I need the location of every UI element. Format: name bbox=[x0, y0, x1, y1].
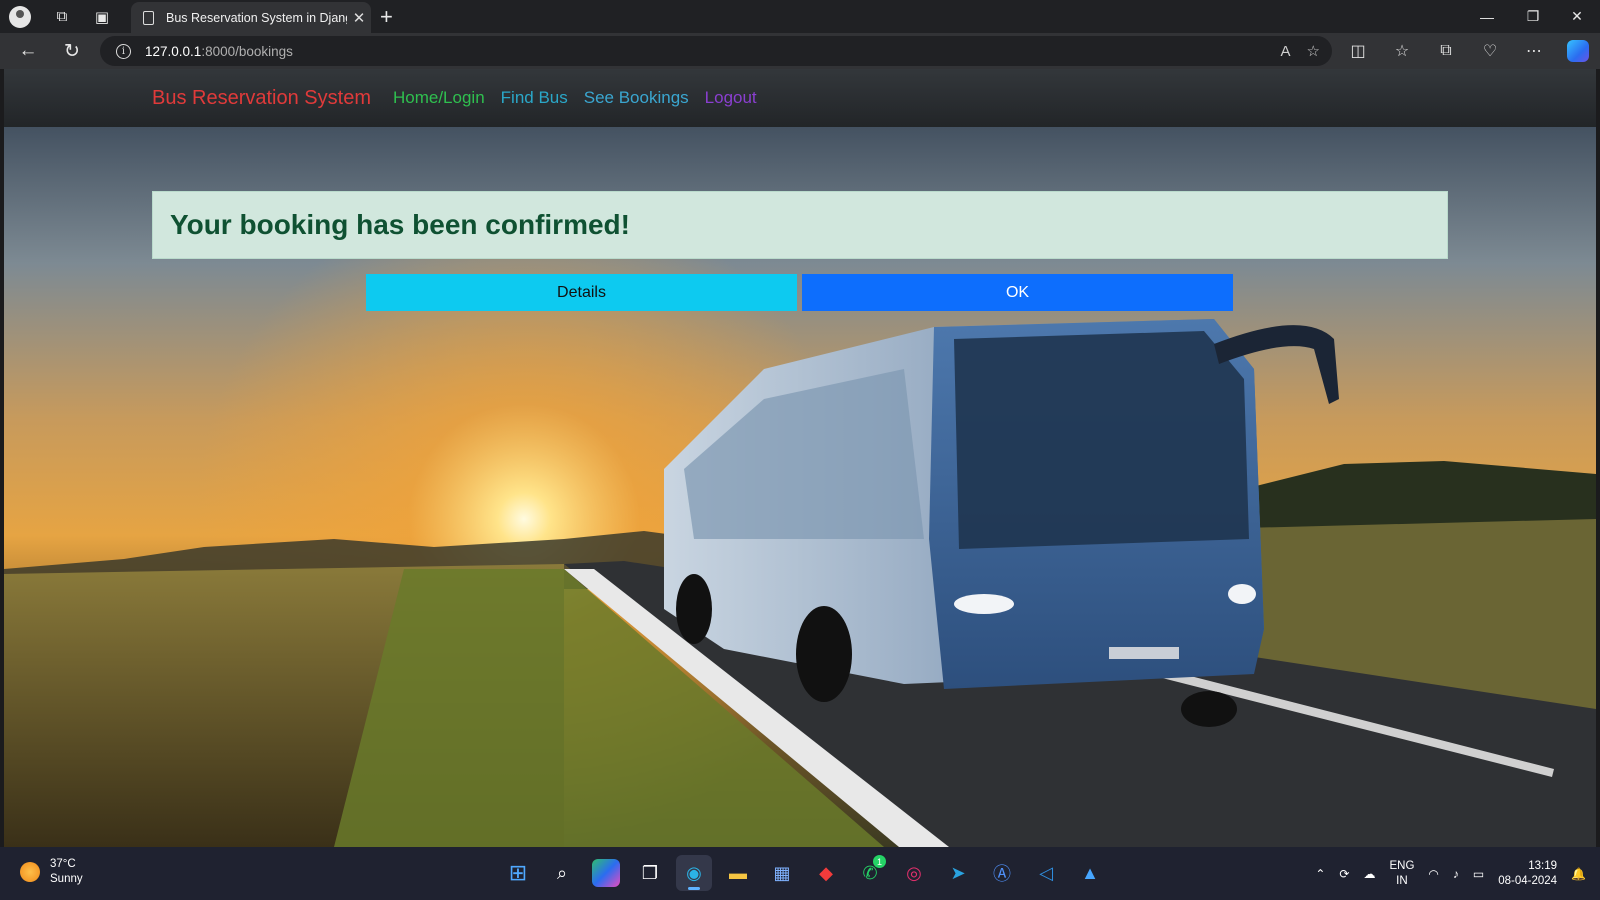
clock-time: 13:19 bbox=[1528, 859, 1558, 872]
site-navbar: Bus Reservation System Home/Login Find B… bbox=[4, 69, 1596, 127]
vscode-icon[interactable]: ◁ bbox=[1028, 855, 1064, 891]
collections-icon[interactable]: ⧉ bbox=[1424, 42, 1468, 60]
favorite-star-icon[interactable]: ☆ bbox=[1307, 42, 1320, 60]
workspaces-icon[interactable]: ⧉ bbox=[46, 0, 78, 33]
browser-essentials-icon[interactable]: ♡ bbox=[1468, 41, 1512, 61]
language-indicator[interactable]: ENG IN bbox=[1389, 859, 1414, 889]
nav-link-home-login[interactable]: Home/Login bbox=[393, 88, 485, 108]
app-store-a-icon[interactable]: Ⓐ bbox=[984, 855, 1020, 891]
new-tab-button[interactable]: + bbox=[380, 4, 393, 30]
bus-background-image bbox=[4, 69, 1596, 847]
os-taskbar: 37°C Sunny ⊞ ⌕ ❐ ◉ ▬ ▦ ◆ ✆ 1 ◎ ➤ Ⓐ ◁ ▲ ⌃ … bbox=[0, 847, 1600, 900]
page-icon bbox=[143, 10, 154, 25]
instagram-icon[interactable]: ◎ bbox=[896, 855, 932, 891]
refresh-button[interactable]: ↻ bbox=[50, 33, 94, 69]
app-red-diamond-icon[interactable]: ◆ bbox=[808, 855, 844, 891]
clock-date: 08-04-2024 bbox=[1498, 874, 1558, 887]
url-path: :8000/bookings bbox=[201, 43, 293, 59]
microsoft-store-icon[interactable]: ▦ bbox=[764, 855, 800, 891]
whatsapp-badge: 1 bbox=[873, 855, 886, 868]
profile-button[interactable] bbox=[0, 0, 32, 33]
tab-actions-icon[interactable]: ▣ bbox=[86, 0, 118, 33]
task-view-icon[interactable]: ❐ bbox=[632, 855, 668, 891]
profile-icon bbox=[9, 5, 31, 28]
sync-icon[interactable]: ⟳ bbox=[1339, 867, 1349, 881]
weather-temperature: 37°C bbox=[50, 858, 76, 870]
telegram-icon[interactable]: ➤ bbox=[940, 855, 976, 891]
address-bar[interactable]: i 127.0.0.1:8000/bookings A ☆ bbox=[100, 36, 1332, 66]
search-icon[interactable]: ⌕ bbox=[544, 855, 580, 891]
weather-widget[interactable]: 37°C Sunny bbox=[20, 857, 83, 887]
weather-condition: Sunny bbox=[50, 873, 83, 885]
favorites-icon[interactable]: ☆ bbox=[1380, 41, 1424, 61]
nav-link-logout[interactable]: Logout bbox=[705, 88, 757, 108]
url-host: 127.0.0.1 bbox=[145, 43, 202, 59]
start-icon[interactable]: ⊞ bbox=[500, 855, 536, 891]
back-button[interactable]: ← bbox=[6, 33, 50, 69]
volume-icon[interactable]: ♪ bbox=[1453, 867, 1459, 881]
language-code: ENG bbox=[1389, 859, 1415, 872]
edge-icon[interactable]: ◉ bbox=[676, 855, 712, 891]
sun-icon bbox=[20, 862, 40, 882]
browser-tabbar: ⧉ ▣ Bus Reservation System in Djang ✕ + … bbox=[0, 0, 1600, 33]
more-menu-icon[interactable]: ⋯ bbox=[1512, 41, 1556, 61]
show-hidden-icons-icon[interactable]: ⌃ bbox=[1315, 867, 1325, 881]
clock[interactable]: 13:19 08-04-2024 bbox=[1498, 859, 1557, 889]
details-button[interactable]: Details bbox=[366, 274, 797, 311]
read-aloud-icon[interactable]: A bbox=[1281, 43, 1291, 60]
split-screen-icon[interactable]: ◫ bbox=[1336, 41, 1380, 61]
photos-icon[interactable]: ▲ bbox=[1072, 855, 1108, 891]
close-window-button[interactable]: ✕ bbox=[1554, 0, 1600, 33]
site-brand[interactable]: Bus Reservation System bbox=[152, 87, 371, 110]
region-code: IN bbox=[1396, 874, 1408, 887]
nav-link-see-bookings[interactable]: See Bookings bbox=[584, 88, 689, 108]
tab-active[interactable]: Bus Reservation System in Djang ✕ bbox=[131, 2, 371, 33]
close-tab-icon[interactable]: ✕ bbox=[347, 9, 371, 27]
whatsapp-icon[interactable]: ✆ 1 bbox=[852, 855, 888, 891]
site-info-icon[interactable]: i bbox=[116, 43, 131, 59]
booking-confirmed-alert: Your booking has been confirmed! bbox=[152, 191, 1448, 259]
cloud-offline-icon[interactable]: ☁ bbox=[1363, 867, 1375, 881]
tab-title: Bus Reservation System in Djang bbox=[166, 10, 347, 25]
wifi-icon[interactable]: ◠ bbox=[1428, 867, 1438, 881]
minimize-button[interactable]: — bbox=[1464, 0, 1510, 33]
restore-button[interactable]: ❐ bbox=[1510, 0, 1556, 33]
file-explorer-icon[interactable]: ▬ bbox=[720, 855, 756, 891]
nav-link-find-bus[interactable]: Find Bus bbox=[501, 88, 568, 108]
copilot-taskbar-icon[interactable] bbox=[592, 859, 620, 887]
browser-toolbar: ← ↻ i 127.0.0.1:8000/bookings A ☆ ◫ ☆ ⧉ … bbox=[0, 33, 1600, 69]
battery-icon[interactable]: ▭ bbox=[1473, 867, 1484, 881]
web-page: Bus Reservation System Home/Login Find B… bbox=[4, 69, 1596, 847]
notifications-bell-icon[interactable]: 🔔 bbox=[1571, 867, 1586, 881]
ok-button[interactable]: OK bbox=[802, 274, 1233, 311]
copilot-icon[interactable] bbox=[1567, 40, 1589, 62]
